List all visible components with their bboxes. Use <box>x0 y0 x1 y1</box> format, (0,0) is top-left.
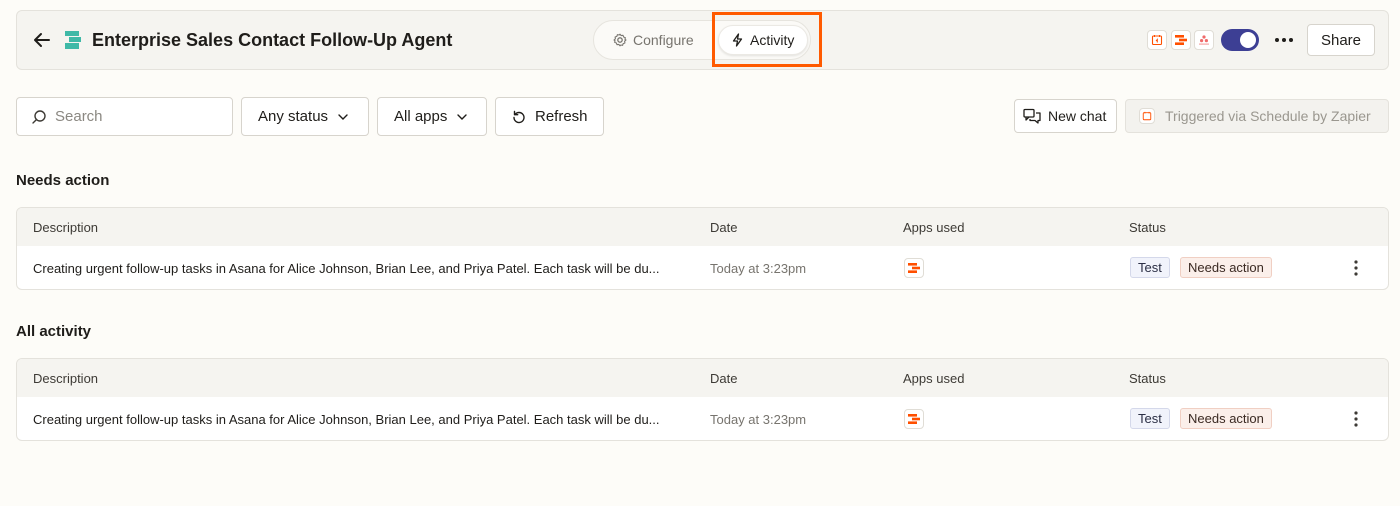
schedule-icon <box>1147 30 1167 50</box>
agent-logo-icon <box>65 31 81 49</box>
column-header-status: Status <box>1129 220 1166 235</box>
row-menu-icon[interactable] <box>1349 409 1363 429</box>
arrow-left-icon[interactable] <box>31 29 53 51</box>
row-date: Today at 3:23pm <box>710 261 807 276</box>
all-activity-table: Description Date Apps used Status Creati… <box>16 358 1389 441</box>
row-description: Creating urgent follow-up tasks in Asana… <box>33 412 660 427</box>
agent-header: Enterprise Sales Contact Follow-Up Agent… <box>16 10 1389 70</box>
status-filter-label: Any status <box>258 108 329 125</box>
zapier-tables-icon <box>904 409 924 429</box>
refresh-icon <box>513 110 525 123</box>
column-header-status: Status <box>1129 371 1166 386</box>
search-field[interactable] <box>16 97 233 136</box>
status-badge-needs-action: Needs action <box>1180 408 1272 429</box>
refresh-button[interactable]: Refresh <box>495 97 604 136</box>
search-input[interactable] <box>55 108 215 125</box>
view-tabs: Configure Activity <box>593 20 811 60</box>
more-options-icon[interactable] <box>1273 30 1295 50</box>
schedule-icon <box>1139 108 1155 124</box>
apps-filter-label: All apps <box>394 108 448 125</box>
tab-activity[interactable]: Activity <box>718 25 808 55</box>
tab-configure[interactable]: Configure <box>604 25 704 55</box>
column-header-date: Date <box>710 220 738 235</box>
section-title-needs-action: Needs action <box>16 172 110 189</box>
chat-bubbles-icon <box>1023 108 1041 124</box>
status-badge-test: Test <box>1130 257 1170 278</box>
chevron-down-icon <box>338 113 348 120</box>
page-title: Enterprise Sales Contact Follow-Up Agent <box>92 30 453 50</box>
needs-action-table: Description Date Apps used Status Creati… <box>16 207 1389 290</box>
status-badge-needs-action: Needs action <box>1180 257 1272 278</box>
section-title-all-activity: All activity <box>16 323 92 340</box>
table-header <box>17 208 1388 246</box>
row-date: Today at 3:23pm <box>710 412 807 427</box>
trigger-info: Triggered via Schedule by Zapier <box>1125 99 1389 133</box>
status-filter-dropdown[interactable]: Any status <box>241 97 369 136</box>
row-description: Creating urgent follow-up tasks in Asana… <box>33 261 660 276</box>
table-header <box>17 359 1388 397</box>
row-menu-icon[interactable] <box>1349 258 1363 278</box>
zapier-tables-icon <box>1171 30 1191 50</box>
column-header-apps-used: Apps used <box>903 371 965 386</box>
column-header-apps-used: Apps used <box>903 220 965 235</box>
column-header-date: Date <box>710 371 738 386</box>
tab-configure-label: Configure <box>633 32 694 48</box>
lightning-icon <box>732 33 743 47</box>
new-chat-label: New chat <box>1048 108 1107 124</box>
refresh-label: Refresh <box>535 108 588 125</box>
chevron-down-icon <box>457 113 468 120</box>
tab-activity-label: Activity <box>750 32 795 48</box>
column-header-description: Description <box>33 220 99 235</box>
search-icon <box>32 109 46 124</box>
asana-icon <box>1194 30 1214 50</box>
apps-filter-dropdown[interactable]: All apps <box>377 97 487 136</box>
column-header-description: Description <box>33 371 99 386</box>
new-chat-button[interactable]: New chat <box>1014 99 1117 133</box>
zapier-tables-icon <box>904 258 924 278</box>
agent-enabled-toggle[interactable] <box>1221 29 1259 51</box>
status-badge-test: Test <box>1130 408 1170 429</box>
gear-icon <box>613 33 627 47</box>
trigger-label: Triggered via Schedule by Zapier <box>1165 108 1371 124</box>
share-button[interactable]: Share <box>1307 24 1375 56</box>
